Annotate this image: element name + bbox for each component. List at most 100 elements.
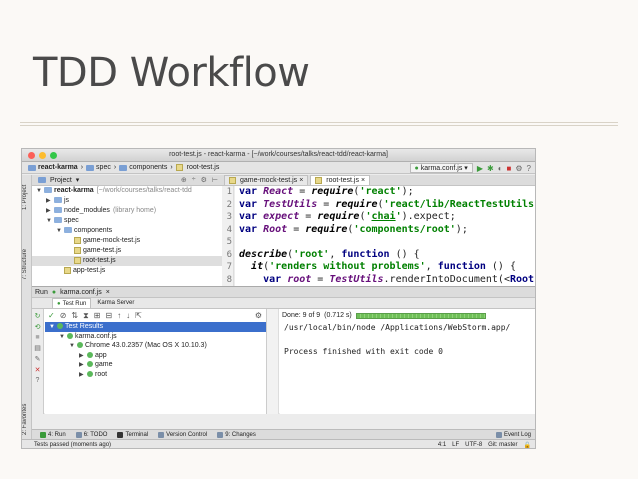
folder-icon [54,197,62,204]
tree-item[interactable]: ▶ node_modules (library home) [32,206,222,216]
tree-item[interactable]: game-test.js [32,246,222,256]
help-icon[interactable]: ? [527,164,531,173]
tree-item[interactable]: ▶ js [32,196,222,206]
tool-tab-changes[interactable]: 9: Changes [217,431,256,438]
todo-icon [75,431,82,438]
editor-tab-game-mock-test[interactable]: game-mock-test.js × [224,175,309,185]
close-tab-icon[interactable]: × [299,177,303,184]
expanded-arrow-icon[interactable]: ▼ [56,226,64,236]
breadcrumb-project[interactable]: react-karma [28,164,78,171]
expanded-arrow-icon[interactable]: ▼ [36,186,44,196]
close-tab-icon[interactable]: × [361,177,365,184]
help-icon[interactable]: ? [36,377,40,384]
test-result-item[interactable]: ▼ karma.conf.js [45,332,266,342]
down-icon[interactable]: ↓ [126,311,130,320]
expanded-arrow-icon[interactable]: ▼ [49,323,57,333]
tree-item[interactable]: ▼ spec [32,216,222,226]
run-icon[interactable]: ▶ [477,164,483,173]
project-tool-tab[interactable]: 1: Project [22,177,32,217]
tree-item[interactable]: game-mock-test.js [32,236,222,246]
tool-tab-event-log[interactable]: Event Log [495,431,531,438]
ide-window: root-test.js - react-karma - [~/work/cou… [21,148,536,449]
run-config-select[interactable]: ● karma.conf.js ▾ [409,163,473,173]
up-icon[interactable]: ↑ [117,311,121,320]
test-result-item[interactable]: ▼ Test Results [45,322,266,332]
line-separator[interactable]: LF [452,442,459,449]
sync-icon[interactable]: ⊕ [181,176,187,184]
tree-item-label: node_modules [64,207,110,214]
tree-item[interactable]: app-test.js [32,266,222,276]
coverage-icon[interactable]: ◐ [498,164,503,173]
sort-icon[interactable]: ⇅ [71,311,78,320]
expanded-arrow-icon[interactable]: ▼ [59,333,67,343]
expand-all-icon[interactable]: ⊞ [94,311,101,320]
code-editor[interactable]: var React = require('react'); var TestUt… [235,186,535,286]
toggle-auto-test-icon[interactable]: ⟲ [35,323,41,331]
hide-icon[interactable]: ⊢ [212,176,218,184]
sort-duration-icon[interactable]: ⧗ [83,311,89,321]
settings-icon[interactable]: ⚙ [201,176,207,184]
structure-tool-tab[interactable]: 7: Structure [22,239,32,289]
collapsed-arrow-icon[interactable]: ▶ [79,371,87,381]
window-titlebar: root-test.js - react-karma - [~/work/cou… [22,149,535,162]
lock-icon[interactable]: 🔓 [524,442,531,449]
expanded-arrow-icon[interactable]: ▼ [69,342,77,352]
editor-tab-root-test[interactable]: root-test.js × [310,175,371,185]
breadcrumb-file[interactable]: root-test.js [175,164,219,171]
tool-tab-todo[interactable]: 6: TODO [75,431,107,438]
settings-icon[interactable]: ⚙ [515,164,522,173]
settings-icon[interactable]: ⚙ [255,311,262,320]
test-results-list: ▼ Test Results ▼ karma.conf.js ▼ Chrome 43.0.… [45,322,266,379]
pin-icon[interactable]: ✎ [35,355,41,363]
test-result-item[interactable]: ▶ root [45,370,266,380]
git-branch[interactable]: Git: master [488,442,517,449]
tree-item[interactable]: ▼ components [32,226,222,236]
favorites-tool-tab[interactable]: 2: Favorites [22,397,32,442]
show-passed-icon[interactable]: ✓ [48,311,55,320]
run-config-tab[interactable]: karma.conf.js [60,289,102,296]
close-icon[interactable]: ✕ [35,366,41,374]
tree-item-label: react-karma [54,187,94,194]
layout-icon[interactable]: ▤ [34,344,41,352]
collapsed-arrow-icon[interactable]: ▶ [46,196,54,206]
collapse-icon[interactable]: ÷ [192,176,196,184]
js-file-icon [315,177,323,184]
file-encoding[interactable]: UTF-8 [465,442,482,449]
breadcrumb-components[interactable]: components [119,164,167,171]
tool-tab-version-control[interactable]: Version Control [158,431,207,438]
changes-icon [217,431,224,438]
collapse-all-icon[interactable]: ⊟ [105,311,112,320]
folder-icon [54,207,62,214]
tab-test-run[interactable]: ● Test Run [52,298,92,308]
test-result-label: karma.conf.js [75,332,117,340]
console-output[interactable]: Done: 9 of 9 (0.712 s) /usr/local/bin/no… [280,309,535,414]
test-result-item[interactable]: ▼ Chrome 43.0.2357 (Mac OS X 10.10.3) [45,341,266,351]
test-result-label: app [95,351,107,359]
test-progress-bar [355,312,486,319]
test-result-item[interactable]: ▶ game [45,360,266,370]
test-result-item[interactable]: ▶ app [45,351,266,361]
project-view-select[interactable]: Project [50,177,72,184]
export-icon[interactable]: ⇱ [135,311,142,320]
editor-tab-bar: game-mock-test.js × root-test.js × [222,175,535,186]
tree-item[interactable]: root-test.js [32,256,222,266]
tool-tab-terminal[interactable]: Terminal [117,431,148,438]
debug-icon[interactable]: ✱ [487,164,494,173]
collapsed-arrow-icon[interactable]: ▶ [46,206,54,216]
tree-item[interactable]: ▼ react-karma [~/work/courses/talks/react-… [32,186,222,196]
tab-karma-server[interactable]: Karma Server [93,298,138,308]
stop-icon[interactable]: ■ [507,164,512,173]
close-icon[interactable]: × [106,289,110,296]
breadcrumb-spec[interactable]: spec [86,164,111,171]
run-subtab-bar: ● Test Run Karma Server [32,298,535,309]
console-line: Process finished with exit code 0 [284,347,443,356]
expanded-arrow-icon[interactable]: ▼ [46,216,54,226]
test-passed-icon [57,323,63,330]
show-ignored-icon[interactable]: ⊘ [60,311,67,320]
folder-icon [64,227,72,234]
tool-tab-run[interactable]: 4: Run [40,431,66,438]
stop-icon[interactable]: ■ [35,334,39,341]
rerun-icon[interactable]: ↻ [35,312,41,320]
caret-position[interactable]: 4:1 [438,442,446,449]
code-line: var expect = require('chai').expect; [239,211,456,222]
